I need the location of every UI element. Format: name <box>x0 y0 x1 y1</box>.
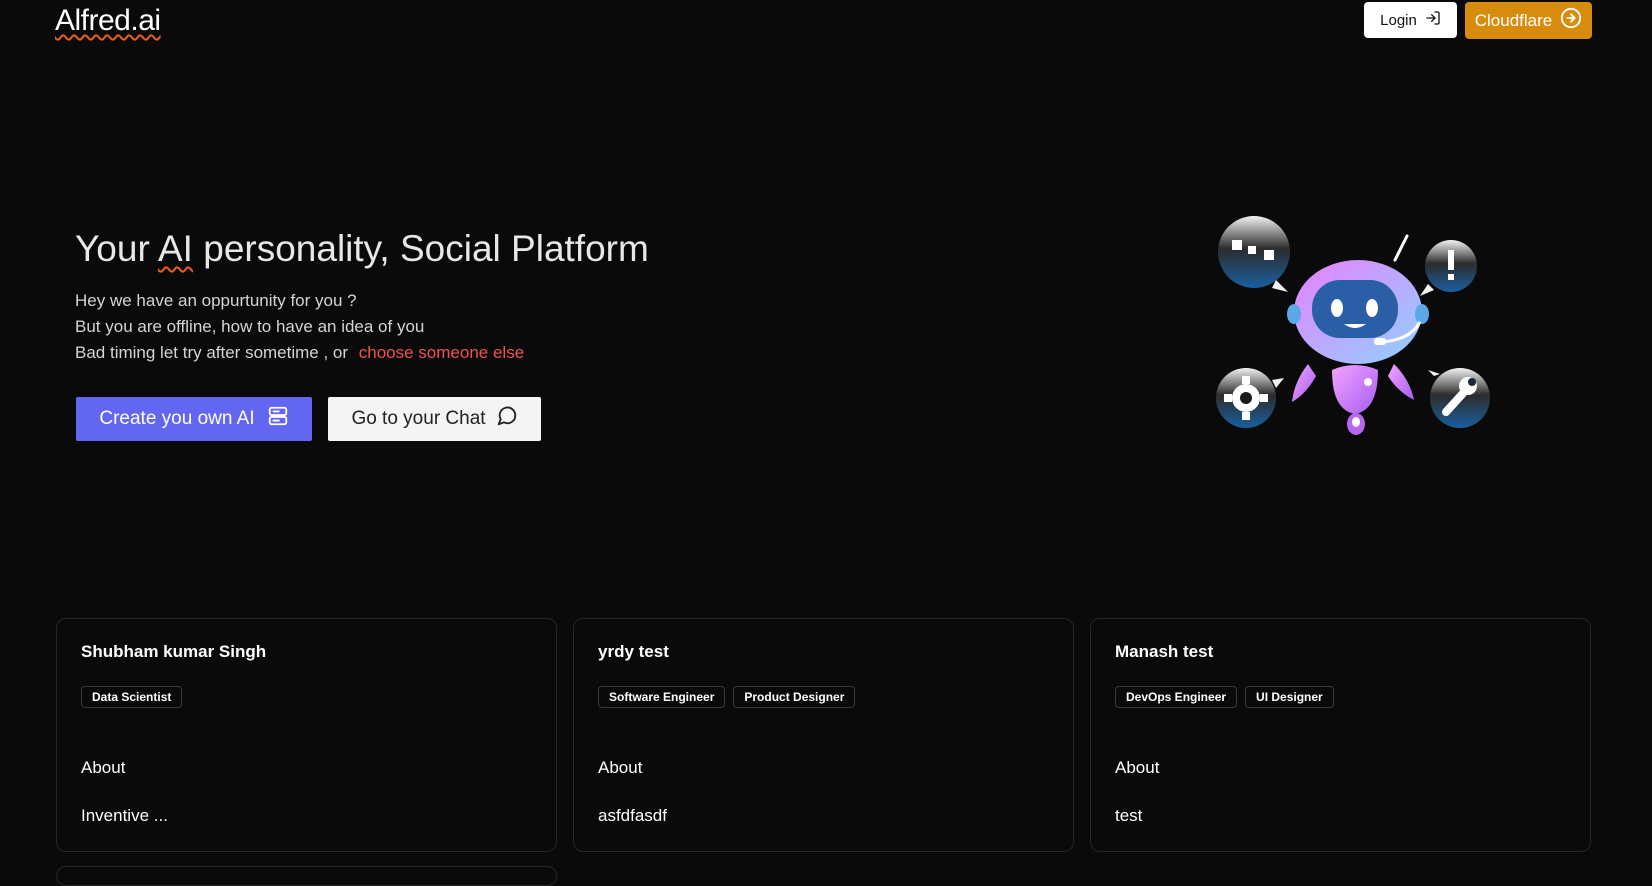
chat-bubble-icon <box>1218 216 1290 292</box>
profile-tags: DevOps Engineer UI Designer <box>1115 686 1334 708</box>
server-icon <box>267 405 289 433</box>
profile-card[interactable]: yrdy test Software Engineer Product Desi… <box>573 618 1074 852</box>
choose-someone-else-link[interactable]: choose someone else <box>359 343 524 362</box>
profile-tags: Software Engineer Product Designer <box>598 686 856 708</box>
go-to-chat-button[interactable]: Go to your Chat <box>328 397 541 441</box>
profile-name: Manash test <box>1115 642 1214 661</box>
about-label: About <box>81 758 126 777</box>
hero-description: Hey we have an oppurtunity for you ? But… <box>75 288 524 366</box>
cloudflare-button[interactable]: Cloudflare <box>1465 2 1592 39</box>
hero-title-ai: AI <box>158 228 193 269</box>
hero-line-3-text: Bad timing let try after sometime , or <box>75 343 353 362</box>
hero-line-2: But you are offline, how to have an idea… <box>75 317 425 336</box>
logo[interactable]: Alfred.ai <box>55 4 161 38</box>
hero-line-1: Hey we have an oppurtunity for you ? <box>75 291 357 310</box>
profile-tag: Product Designer <box>733 686 856 708</box>
profile-name: Shubham kumar Singh <box>81 642 267 661</box>
exclamation-bubble-icon <box>1420 240 1477 296</box>
profile-card-partial[interactable] <box>56 866 557 886</box>
profile-description: Inventive ... <box>81 806 168 825</box>
gear-bubble-icon <box>1216 368 1284 428</box>
hero-title-prefix: Your <box>75 228 158 269</box>
header: Alfred.ai Login Cloudflare <box>0 0 1652 60</box>
about-label: About <box>598 758 643 777</box>
wrench-bubble-icon <box>1428 368 1490 428</box>
profile-name: yrdy test <box>598 642 669 661</box>
profile-tag: Software Engineer <box>598 686 726 708</box>
login-label: Login <box>1380 11 1417 29</box>
profile-tag: DevOps Engineer <box>1115 686 1238 708</box>
arrow-right-circle-icon <box>1560 7 1582 34</box>
profile-description: test <box>1115 806 1143 825</box>
create-ai-label: Create you own AI <box>99 408 255 429</box>
profile-tag: Data Scientist <box>81 686 183 708</box>
message-circle-icon <box>496 405 518 433</box>
go-to-chat-label: Go to your Chat <box>351 408 486 429</box>
profile-card[interactable]: Shubham kumar Singh Data Scientist About… <box>56 618 557 852</box>
login-button[interactable]: Login <box>1364 2 1457 38</box>
hero-title-suffix: personality, Social Platform <box>192 228 649 269</box>
profile-card[interactable]: Manash test DevOps Engineer UI Designer … <box>1090 618 1591 852</box>
cloudflare-label: Cloudflare <box>1474 10 1553 30</box>
create-ai-button[interactable]: Create you own AI <box>76 397 312 441</box>
profile-tag: UI Designer <box>1245 686 1334 708</box>
profile-description: asfdfasdf <box>598 806 667 825</box>
profile-tags: Data Scientist <box>81 686 183 708</box>
hero-line-3: Bad timing let try after sometime , or c… <box>75 340 524 366</box>
about-label: About <box>1115 758 1160 777</box>
login-icon <box>1425 10 1441 30</box>
hero-title: Your AI personality, Social Platform <box>75 228 649 270</box>
robot-illustration <box>1210 210 1500 450</box>
